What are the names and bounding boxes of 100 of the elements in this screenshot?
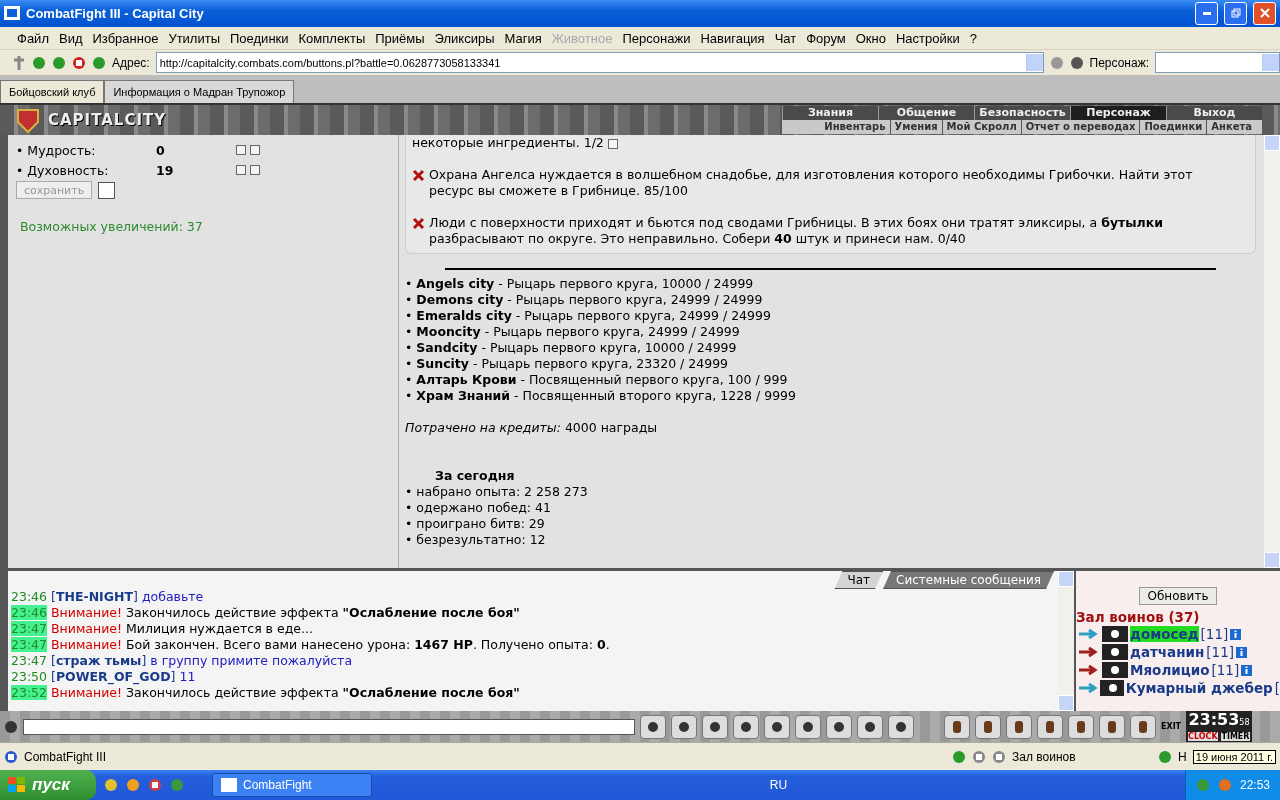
reputation-line: • Demons city - Рыцарь первого круга, 24999 / 24999 [405, 292, 763, 308]
info-icon[interactable] [1230, 628, 1242, 640]
menu-item[interactable]: Файл [12, 30, 54, 46]
exit-label[interactable]: EXIT [1161, 722, 1182, 732]
stop-icon [72, 55, 86, 70]
reputation-line: • Angels city - Рыцарь первого круга, 10000 / 24999 [405, 276, 754, 292]
stat-value: 0 [156, 142, 166, 158]
flask-button[interactable] [1068, 714, 1094, 739]
menu-item[interactable]: Эликсиры [429, 30, 500, 46]
nav-link[interactable]: Инвентарь [820, 120, 890, 135]
message-time: 23:47 [11, 653, 48, 669]
expand-button[interactable] [607, 139, 618, 150]
plus-button[interactable] [250, 165, 260, 176]
menu-item[interactable]: Форум [801, 30, 851, 46]
menu-item[interactable]: Приёмы [370, 30, 430, 46]
nav-tab[interactable]: Персонаж [1070, 106, 1166, 121]
taskbar-button[interactable]: CombatFight [212, 773, 372, 797]
scrollbar[interactable] [1058, 571, 1074, 712]
language-indicator[interactable]: RU [769, 778, 788, 792]
restore-button[interactable] [1224, 1, 1247, 25]
nav-link[interactable]: Отчет о переводах [1020, 120, 1140, 135]
scrollbar[interactable] [1264, 135, 1280, 569]
browser-tab[interactable]: Информация о Мадран Трупожор [104, 79, 295, 103]
bottle-button[interactable] [975, 714, 1001, 739]
eraser-button[interactable] [671, 714, 697, 739]
menu-item[interactable]: Утилиты [163, 30, 225, 46]
nav-link[interactable]: Умения [889, 120, 942, 135]
player-name[interactable]: домосед [1130, 626, 1199, 643]
chat-tab[interactable]: Системные сообщения [883, 571, 1054, 590]
filter-button[interactable] [702, 714, 728, 739]
scroll-button[interactable] [1006, 714, 1032, 739]
nav-link[interactable]: Поединки [1139, 120, 1207, 135]
character-select[interactable] [1155, 52, 1280, 74]
message-time: 23:47 [11, 621, 48, 637]
nav-tab[interactable]: Общение [878, 106, 974, 121]
player-name[interactable]: Кумарный джебер [1125, 680, 1273, 697]
reputation-line: • Mooncity - Рыцарь первого круга, 24999 / 24999 [405, 324, 740, 340]
message-text: Закончилось действие эффекта "Ослабление после боя" [126, 685, 520, 701]
refresh-button[interactable]: Обновить [1138, 587, 1218, 606]
cross-icon[interactable] [12, 54, 26, 71]
menu-item[interactable]: Персонажи [617, 30, 696, 46]
plus-button[interactable] [250, 145, 260, 156]
minus-button[interactable] [236, 165, 246, 176]
nav-tab[interactable]: Выход [1166, 106, 1262, 121]
menu-item[interactable]: Окно [850, 30, 891, 46]
bag-button[interactable] [1037, 714, 1063, 739]
minus-button[interactable] [236, 145, 246, 156]
figure-button[interactable] [764, 714, 790, 739]
menu-item[interactable]: Поединки [225, 30, 294, 46]
bottle-button[interactable] [944, 714, 970, 739]
nav-link[interactable]: Мой Скролл [941, 120, 1021, 135]
arrow-icon [1078, 645, 1100, 660]
menu-item[interactable]: Магия [499, 30, 547, 46]
player-name[interactable]: Мяолицио [1130, 662, 1210, 679]
bag-button[interactable] [1099, 714, 1125, 739]
browser-tab[interactable]: Бойцовский клуб [0, 79, 105, 103]
menu-item[interactable]: Настройки [890, 30, 965, 46]
minimize-icon [1202, 11, 1211, 15]
message-sender[interactable]: [THE-NIGHT] [51, 589, 138, 605]
smiley-button[interactable] [857, 714, 883, 739]
player-name[interactable]: датчанин [1130, 644, 1205, 661]
menu-item[interactable]: Чат [769, 30, 802, 46]
player-level: [11] [1200, 626, 1229, 643]
enter-button[interactable] [640, 714, 666, 739]
nav-tab[interactable]: Знания [782, 106, 878, 121]
clan-icon [1102, 626, 1128, 643]
reputation-line: • Алтарь Крови - Посвященный первого круга, 100 / 999 [405, 372, 788, 388]
info-icon[interactable] [1236, 646, 1248, 658]
room-title: Зал воинов (37) [1076, 609, 1201, 626]
minimize-button[interactable] [1195, 1, 1218, 25]
helmet-button[interactable] [888, 714, 914, 739]
clan-icon [1102, 644, 1128, 661]
menu-item[interactable]: Навигация [695, 30, 770, 46]
message-sender: Внимание! [51, 605, 122, 621]
letter-button[interactable] [795, 714, 821, 739]
message-sender[interactable]: [страж тьмы] [51, 653, 147, 669]
message-text: Бой закончен. Всего вами нанесено урона: 1467 HP. Получено опыта: 0. [126, 637, 610, 653]
group-button[interactable] [1130, 714, 1156, 739]
menu-item[interactable]: ? [964, 30, 982, 46]
tray-icon [1195, 778, 1210, 792]
stat-value: 19 [156, 162, 175, 178]
reputation-line: • Sandcity - Рыцарь первого круга, 10000 / 24999 [405, 340, 737, 356]
nav-tab[interactable]: Безопасность [974, 106, 1070, 121]
menu-item[interactable]: Комплекты [293, 30, 371, 46]
chat-tab[interactable]: Чат [834, 571, 884, 590]
menu-item[interactable]: Избранное [87, 30, 164, 46]
chat-input[interactable] [23, 718, 635, 735]
window-title: CombatFight III - Capital City [26, 5, 205, 21]
note-button[interactable] [826, 714, 852, 739]
message-text: Милиция нуждается в еде... [126, 621, 313, 637]
crest-icon [14, 106, 42, 135]
address-field[interactable]: http://capitalcity.combats.com/buttons.pl?battle=0.0628773058133341 [155, 52, 1044, 74]
message-sender[interactable]: [POWER_OF_GOD] [51, 669, 176, 685]
close-button[interactable] [1253, 1, 1276, 25]
nav-link[interactable]: Анкета [1206, 120, 1256, 135]
menu-item[interactable]: Вид [53, 30, 88, 46]
floppy-button[interactable] [733, 714, 759, 739]
increases-text: Возможных увеличений: 37 [19, 219, 204, 235]
info-icon[interactable] [1241, 664, 1253, 676]
checkbox[interactable] [98, 181, 115, 199]
